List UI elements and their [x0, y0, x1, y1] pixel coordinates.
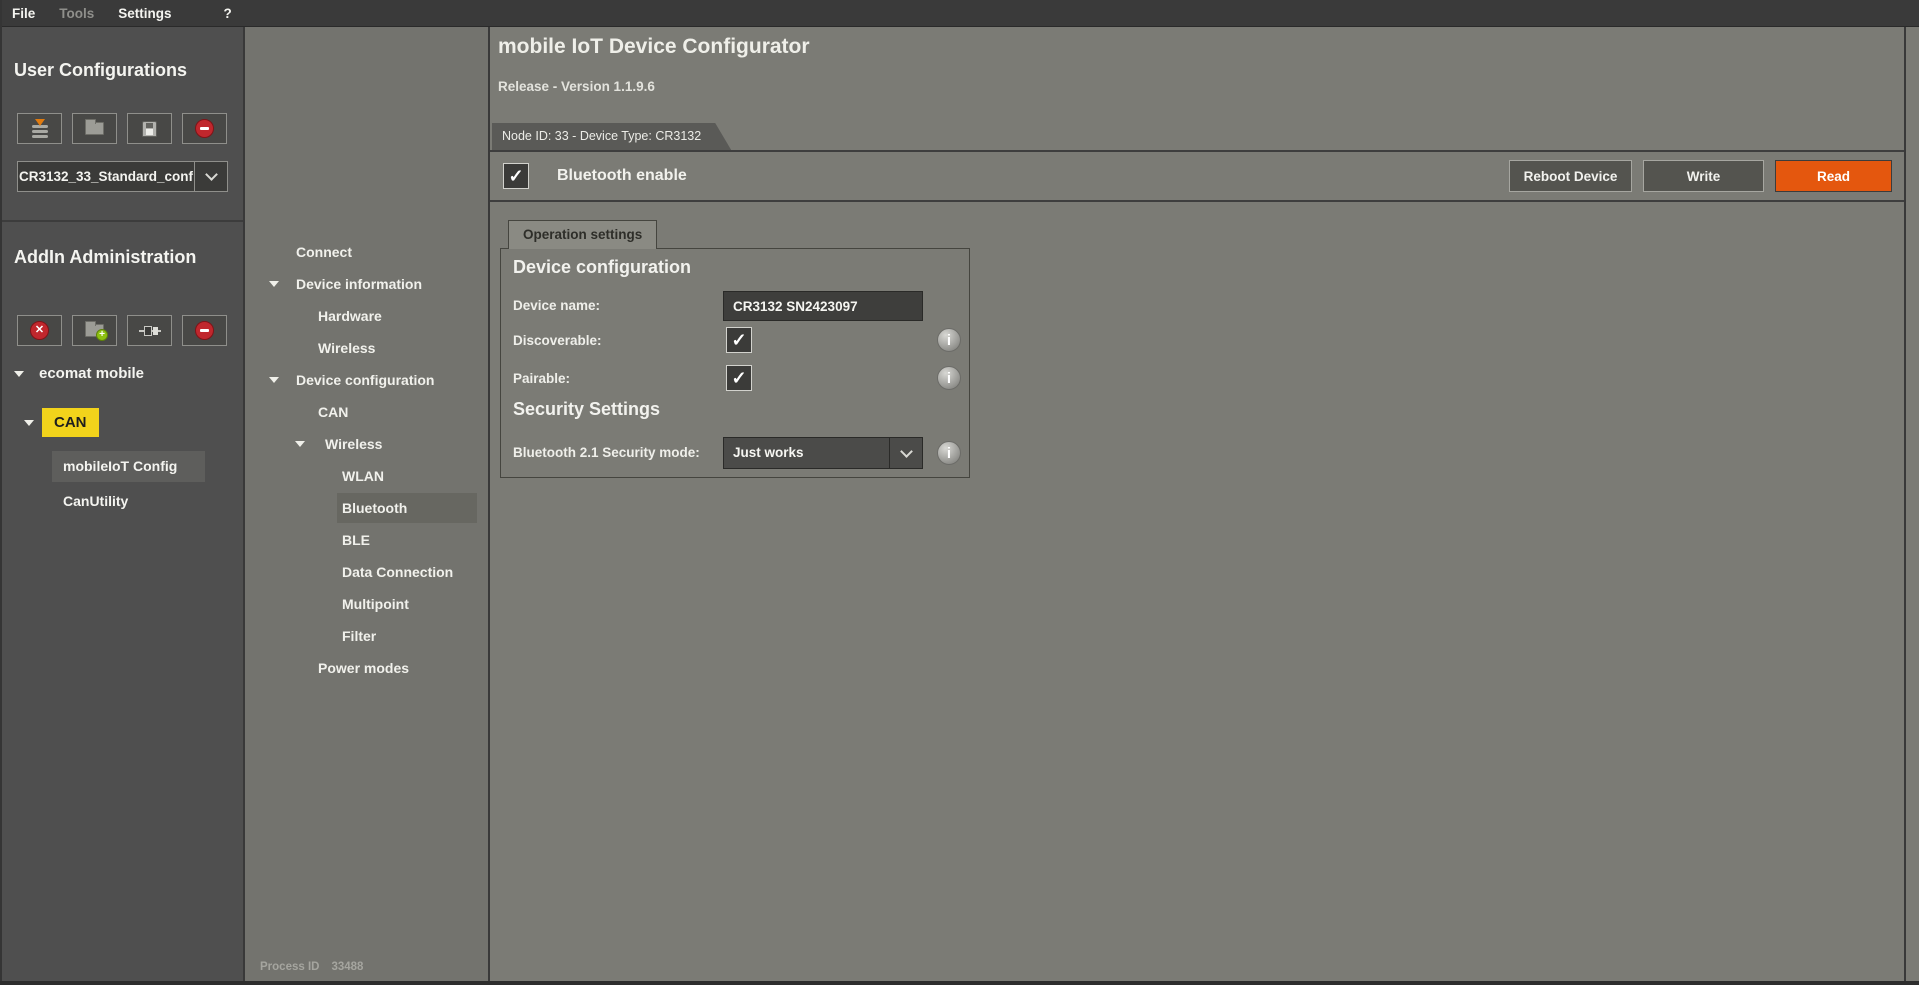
save-config-button[interactable]	[127, 113, 172, 144]
nav-item-can[interactable]: CAN	[245, 396, 488, 428]
menu-tools[interactable]: Tools	[47, 0, 106, 27]
config-select[interactable]: CR3132_33_Standard_conf	[17, 161, 228, 192]
addin-administration-title: AddIn Administration	[14, 247, 196, 268]
menu-file[interactable]: File	[0, 0, 47, 27]
check-icon: ✓	[731, 331, 746, 349]
remove-addin-button[interactable]	[182, 315, 227, 346]
menu-settings[interactable]: Settings	[106, 0, 183, 27]
discoverable-label: Discoverable:	[513, 333, 602, 348]
nav-item-multipoint[interactable]: Multipoint	[245, 588, 488, 620]
security-mode-select[interactable]: Just works	[723, 437, 923, 469]
reboot-device-button[interactable]: Reboot Device	[1509, 160, 1632, 192]
security-mode-value: Just works	[724, 438, 889, 468]
nav-item-wlan[interactable]: WLAN	[245, 460, 488, 492]
tree-item-mobileiot-config[interactable]: mobileIoT Config	[52, 451, 205, 482]
feature-header: ✓ Bluetooth enable Reboot Device Write R…	[490, 152, 1904, 200]
connect-addin-button[interactable]	[127, 315, 172, 346]
security-mode-info-icon[interactable]: i	[937, 441, 961, 465]
bluetooth-enable-label: Bluetooth enable	[557, 152, 687, 200]
connector-icon	[139, 325, 161, 337]
tab-operation-settings[interactable]: Operation settings	[508, 220, 657, 249]
config-select-value: CR3132_33_Standard_conf	[18, 162, 194, 191]
version-subtitle: Release - Version 1.1.9.6	[498, 79, 655, 94]
save-icon	[142, 121, 157, 137]
check-icon: ✓	[508, 167, 523, 185]
close-addin-button[interactable]: ✕	[17, 315, 62, 346]
sidebar: User Configurations CR3132_33_Standard_c…	[0, 27, 245, 985]
bluetooth-enable-checkbox[interactable]: ✓	[503, 163, 529, 189]
expander-down-icon[interactable]	[24, 420, 34, 426]
tree-item-can[interactable]: CAN	[24, 408, 99, 437]
nav-item-ble[interactable]: BLE	[245, 524, 488, 556]
nav-item-wireless-config[interactable]: Wireless	[245, 428, 488, 460]
window-left-edge	[0, 0, 2, 985]
tree-root-label: ecomat mobile	[39, 365, 144, 382]
device-nav: Connect Device information Hardware Wire…	[245, 27, 490, 985]
process-id-label: Process ID	[260, 961, 319, 973]
expander-down-icon[interactable]	[14, 371, 24, 377]
expander-down-icon[interactable]	[269, 377, 279, 383]
nav-item-filter[interactable]: Filter	[245, 620, 488, 652]
nav-item-connect[interactable]: Connect	[245, 236, 488, 268]
nav-item-bluetooth[interactable]: Bluetooth	[245, 492, 488, 524]
menu-help[interactable]: ?	[212, 0, 244, 27]
action-buttons: Reboot Device Write Read	[1509, 160, 1892, 192]
device-name-label: Device name:	[513, 298, 600, 313]
nav-item-power-modes[interactable]: Power modes	[245, 652, 488, 684]
pairable-info-icon[interactable]: i	[937, 366, 961, 390]
nav-item-hardware[interactable]: Hardware	[245, 300, 488, 332]
menu-bar: File Tools Settings ?	[0, 0, 1919, 27]
folder-icon	[85, 122, 104, 135]
config-select-dropdown-button[interactable]	[194, 162, 227, 191]
window-right-gutter	[1908, 27, 1919, 985]
device-node-tab[interactable]: Node ID: 33 - Device Type: CR3132	[492, 123, 731, 150]
remove-minus-icon	[195, 321, 214, 340]
header-divider	[490, 200, 1904, 202]
nav-item-wireless-info[interactable]: Wireless	[245, 332, 488, 364]
chevron-down-icon	[900, 445, 913, 458]
import-config-button[interactable]	[17, 113, 62, 144]
discoverable-info-icon[interactable]: i	[937, 328, 961, 352]
user-configurations-title: User Configurations	[14, 60, 187, 81]
pairable-label: Pairable:	[513, 371, 570, 386]
discoverable-checkbox[interactable]: ✓	[726, 327, 752, 353]
device-configuration-heading: Device configuration	[513, 257, 691, 278]
remove-config-button[interactable]	[182, 113, 227, 144]
remove-icon	[195, 119, 214, 138]
expander-down-icon[interactable]	[295, 441, 305, 447]
addin-toolbar: ✕ +	[17, 315, 227, 346]
chevron-down-icon	[205, 168, 218, 181]
nav-item-device-configuration[interactable]: Device configuration	[245, 364, 488, 396]
user-config-toolbar	[17, 113, 227, 144]
nav-item-device-information[interactable]: Device information	[245, 268, 488, 300]
security-mode-label: Bluetooth 2.1 Security mode:	[513, 445, 700, 460]
read-button[interactable]: Read	[1775, 160, 1892, 192]
security-settings-heading: Security Settings	[513, 399, 660, 420]
close-x-icon: ✕	[30, 321, 49, 340]
security-mode-dropdown-button[interactable]	[889, 438, 922, 468]
expander-down-icon[interactable]	[269, 281, 279, 287]
settings-panel: Device configuration Device name: Discov…	[500, 248, 970, 478]
write-button[interactable]: Write	[1643, 160, 1764, 192]
tree-item-ecomat-mobile[interactable]: ecomat mobile	[14, 365, 144, 382]
window-bottom-edge	[0, 981, 1919, 985]
import-icon	[30, 120, 50, 138]
add-addin-button[interactable]: +	[72, 315, 117, 346]
open-config-button[interactable]	[72, 113, 117, 144]
device-name-input[interactable]	[723, 291, 923, 321]
tree-item-canutility[interactable]: CanUtility	[63, 493, 128, 509]
can-highlight[interactable]: CAN	[42, 408, 99, 437]
main-area: mobile IoT Device Configurator Release -…	[490, 27, 1906, 985]
nav-item-data-connection[interactable]: Data Connection	[245, 556, 488, 588]
sidebar-divider	[0, 220, 243, 222]
pairable-checkbox[interactable]: ✓	[726, 365, 752, 391]
process-id: Process ID 33488	[260, 961, 363, 973]
page-title: mobile IoT Device Configurator	[498, 35, 810, 59]
add-folder-icon: +	[85, 324, 104, 337]
process-id-value: 33488	[331, 961, 363, 973]
check-icon: ✓	[731, 369, 746, 387]
